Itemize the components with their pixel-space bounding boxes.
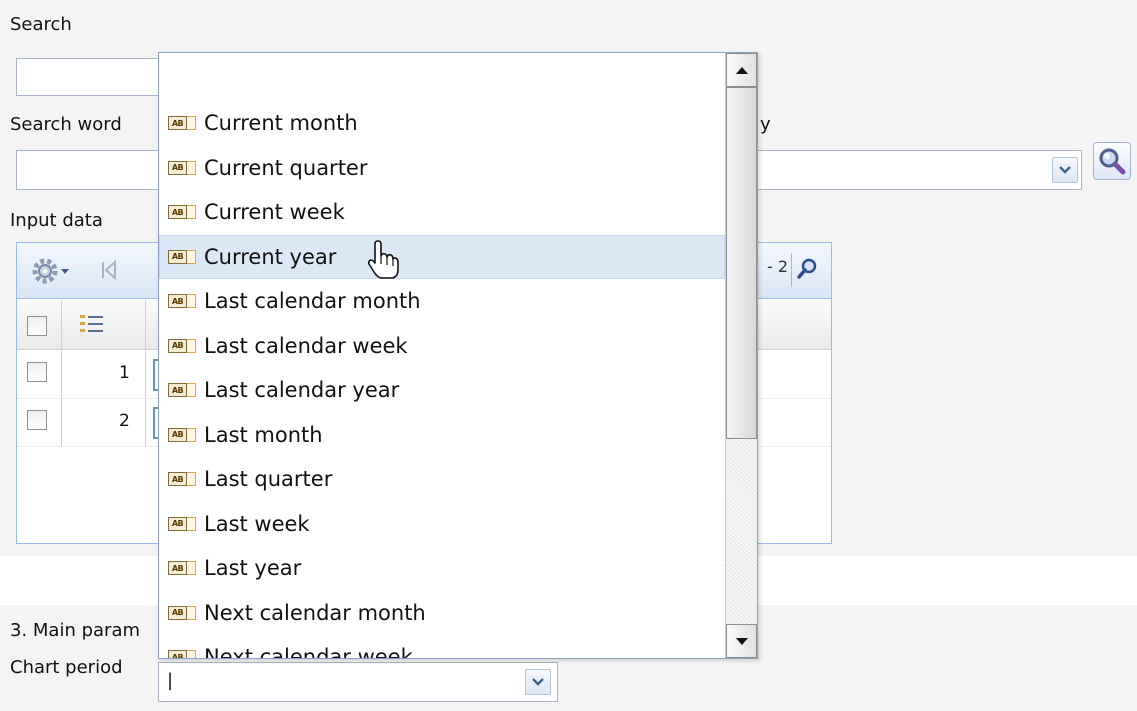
dropdown-option[interactable]: AB Current week [159,190,725,234]
column-divider [61,399,62,446]
text-value-icon: AB [168,159,199,177]
chart-period-dropdown-button[interactable] [525,669,551,695]
dropdown-option[interactable]: AB Last quarter [159,457,725,501]
first-page-icon [102,259,116,281]
scrollbar-thumb[interactable] [726,87,757,439]
text-value-icon: AB [168,381,199,399]
search-word-label: Search word [10,114,122,135]
scroll-up-button[interactable] [726,53,757,87]
dropdown-option-label: Last year [204,556,302,580]
dropdown-option-label: Last month [204,422,323,447]
search-word-dropdown-button[interactable] [1052,157,1078,183]
numbered-list-icon [80,315,103,332]
chart-period-combobox[interactable]: | [158,662,558,702]
dropdown-option-label: Last calendar month [204,289,421,313]
dropdown-option[interactable]: AB Last week [159,502,725,546]
dropdown-scrollbar[interactable] [725,53,757,658]
column-divider [145,399,146,446]
row-checkbox[interactable] [27,362,47,382]
input-data-label: Input data [10,210,103,231]
row-number: 1 [119,363,130,383]
toolbar-separator [791,253,792,287]
grid-search-button[interactable] [797,257,819,284]
column-divider [145,300,146,349]
dropdown-option-label: Next calendar week [204,645,413,659]
magnifier-icon [1099,148,1126,175]
scroll-down-button[interactable] [726,624,757,658]
dropdown-option[interactable]: AB Last calendar month [159,279,725,323]
search-button[interactable] [1093,142,1131,180]
dropdown-option-label: Last week [204,511,310,536]
search-icon [797,258,817,279]
search-label: Search [10,14,72,35]
dropdown-option[interactable]: AB Current quarter [159,146,725,190]
chevron-down-icon [532,678,544,686]
dropdown-option-label: Last quarter [204,467,333,491]
dropdown-option-label: Current year [204,244,337,269]
pager-text: - 2 [767,257,789,276]
row-number-icon [79,313,105,340]
arrow-down-icon [735,637,748,645]
hand-pointer-cursor-icon [367,240,399,279]
row-checkbox[interactable] [27,410,47,430]
main-parameters-section-title: 3. Main param [10,620,141,641]
dropdown-option[interactable]: AB Next calendar week [159,635,725,659]
dropdown-option[interactable]: AB Last calendar week [159,324,725,368]
dropdown-option-label: Last calendar year [204,378,400,402]
dropdown-option-label: Current month [204,111,358,135]
dropdown-option[interactable]: AB Last year [159,546,725,590]
chevron-down-icon [1059,166,1071,174]
chart-period-label: Chart period [10,657,123,678]
text-value-icon: AB [168,470,199,488]
text-value-icon: AB [168,559,199,577]
text-value-icon: AB [168,604,199,622]
row-number: 2 [119,411,130,431]
dropdown-option[interactable]: AB Current year [159,234,725,279]
chart-period-input-value[interactable]: | [167,670,173,691]
column-divider [61,300,62,349]
chart-period-dropdown-list[interactable]: AB Current month AB Current quarter AB Curren… [158,52,758,659]
dropdown-option-label: Current quarter [204,155,368,180]
text-value-icon: AB [168,248,199,266]
dropdown-option-label: Current week [204,200,345,224]
search-input[interactable] [16,58,166,96]
dropdown-option[interactable]: AB Last month [159,413,725,457]
select-all-checkbox[interactable] [27,316,47,336]
column-divider [145,351,146,398]
dropdown-option[interactable]: AB Next calendar month [159,591,725,635]
text-value-icon: AB [168,648,199,658]
arrow-up-icon [735,66,748,74]
text-value-icon: AB [168,203,199,221]
dropdown-option[interactable]: AB Last calendar year [159,368,725,412]
gear-menu-button[interactable] [31,256,75,291]
text-value-icon: AB [168,114,199,132]
partial-field-label: y [760,114,771,135]
text-value-icon: AB [168,426,199,444]
column-divider [61,351,62,398]
dropdown-option[interactable]: AB Current month [159,101,725,145]
dropdown-option-label: Next calendar month [204,600,426,625]
text-value-icon: AB [168,337,199,355]
first-page-button[interactable] [99,259,119,286]
text-value-icon: AB [168,515,199,533]
text-value-icon: AB [168,292,199,310]
gear-icon [32,258,69,284]
dropdown-option-label: Last calendar week [204,333,408,358]
